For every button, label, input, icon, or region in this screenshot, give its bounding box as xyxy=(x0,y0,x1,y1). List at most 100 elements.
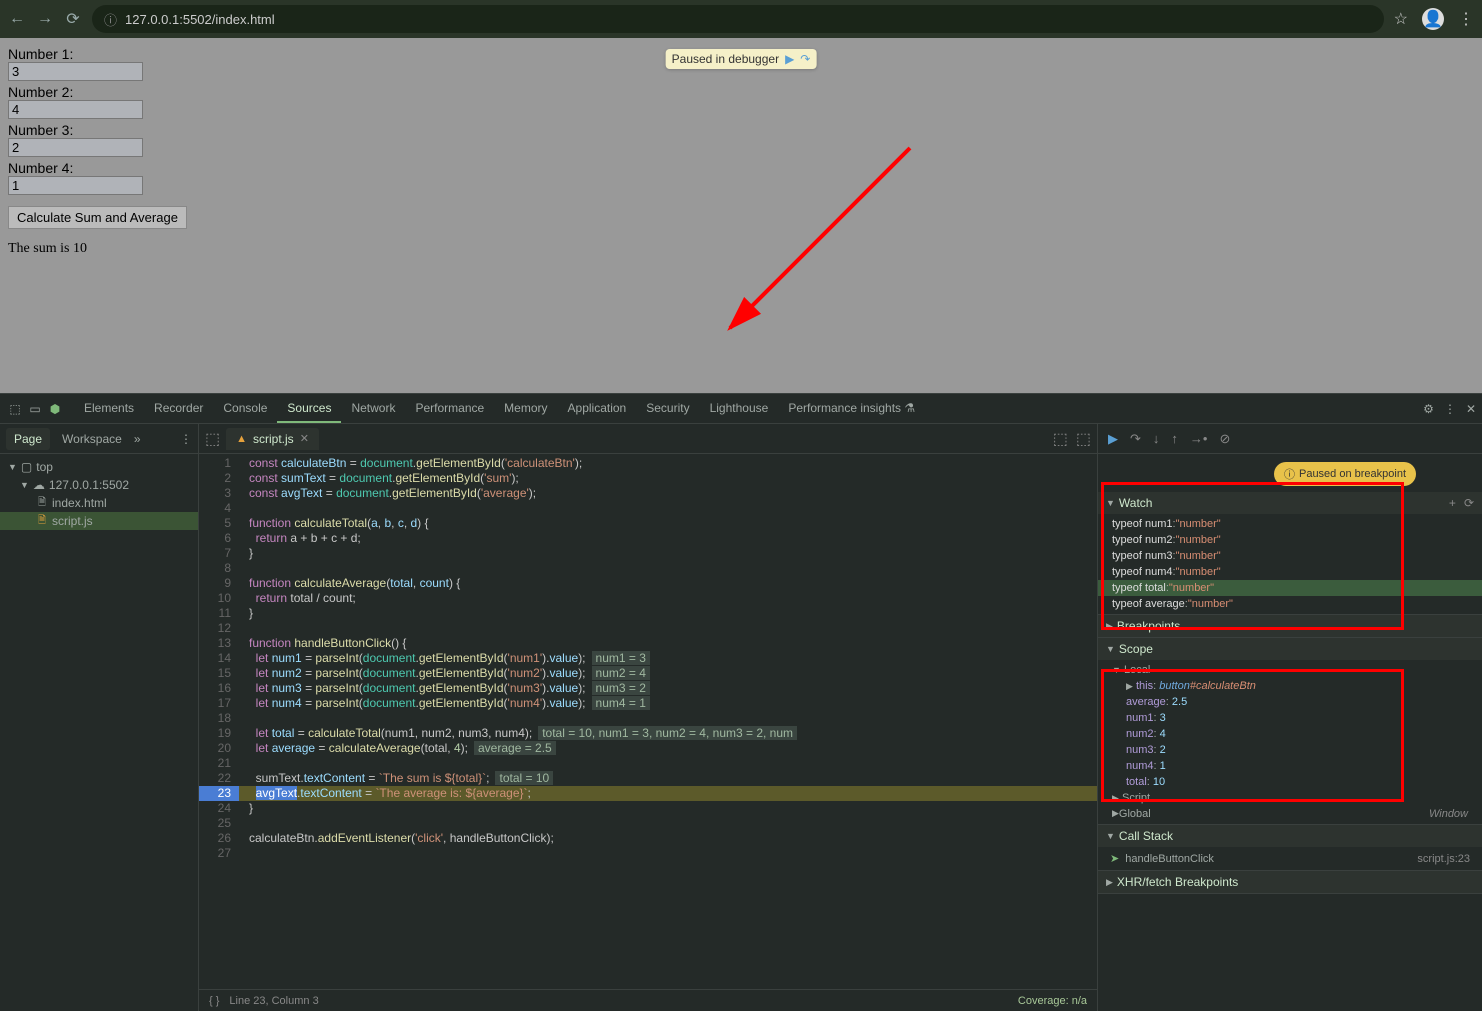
watch-expr[interactable]: typeof num1: "number" xyxy=(1098,516,1482,532)
watch-expr[interactable]: typeof num4: "number" xyxy=(1098,564,1482,580)
back-button[interactable]: ← xyxy=(8,10,26,28)
code-line-9[interactable]: function calculateAverage(total, count) … xyxy=(239,576,1097,591)
step-out-button[interactable]: ↑ xyxy=(1171,431,1178,446)
code-line-26[interactable]: calculateBtn.addEventListener('click', h… xyxy=(239,831,1097,846)
watch-expr[interactable]: typeof average: "number" xyxy=(1098,596,1482,612)
kebab-menu-icon[interactable]: ⋮ xyxy=(1458,9,1474,29)
page-tab[interactable]: Page xyxy=(6,428,50,450)
node-icon[interactable]: ⬢ xyxy=(46,400,64,418)
address-bar[interactable]: ⓘ 127.0.0.1:5502/index.html xyxy=(92,5,1384,33)
code-line-21[interactable] xyxy=(239,756,1097,771)
code-line-27[interactable] xyxy=(239,846,1097,861)
code-line-25[interactable] xyxy=(239,816,1097,831)
gutter-line-21[interactable]: 21 xyxy=(199,756,239,771)
more-icon[interactable]: ⬚ xyxy=(1076,429,1091,449)
code-line-10[interactable]: return total / count; xyxy=(239,591,1097,606)
more-tabs-icon[interactable]: » xyxy=(134,432,141,446)
code-line-2[interactable]: const sumText = document.getElementById(… xyxy=(239,471,1097,486)
code-line-4[interactable] xyxy=(239,501,1097,516)
add-watch-icon[interactable]: + xyxy=(1449,496,1456,510)
breakpoints-header[interactable]: ▶Breakpoints xyxy=(1098,615,1482,637)
code-line-3[interactable]: const avgText = document.getElementById(… xyxy=(239,486,1097,501)
tree-host[interactable]: ▼☁127.0.0.1:5502 xyxy=(0,476,198,494)
settings-icon[interactable]: ⚙ xyxy=(1423,402,1434,416)
gutter-line-18[interactable]: 18 xyxy=(199,711,239,726)
gutter-line-6[interactable]: 6 xyxy=(199,531,239,546)
gutter-line-12[interactable]: 12 xyxy=(199,621,239,636)
watch-expr[interactable]: typeof total: "number" xyxy=(1098,580,1482,596)
code-line-24[interactable]: } xyxy=(239,801,1097,816)
local-var-num2[interactable]: num2: 4 xyxy=(1098,726,1482,742)
num-input-4[interactable] xyxy=(8,176,143,195)
gutter-line-2[interactable]: 2 xyxy=(199,471,239,486)
num-input-2[interactable] xyxy=(8,100,143,119)
stack-frame[interactable]: ➤handleButtonClickscript.js:23 xyxy=(1098,849,1482,868)
close-tab-icon[interactable]: ✕ xyxy=(300,432,309,445)
code-line-8[interactable] xyxy=(239,561,1097,576)
gutter-line-27[interactable]: 27 xyxy=(199,846,239,861)
num-input-1[interactable] xyxy=(8,62,143,81)
resume-button[interactable]: ▶ xyxy=(1108,431,1118,447)
code-line-13[interactable]: function handleButtonClick() { xyxy=(239,636,1097,651)
devtools-tab-lighthouse[interactable]: Lighthouse xyxy=(700,395,779,423)
gutter-line-20[interactable]: 20 xyxy=(199,741,239,756)
tree-file-index[interactable]: 🗎index.html xyxy=(0,494,198,512)
devtools-tab-performance-insights[interactable]: Performance insights ⚗ xyxy=(778,395,925,423)
code-line-16[interactable]: let num3 = parseInt(document.getElementB… xyxy=(239,681,1097,696)
step-over-button[interactable]: ↷ xyxy=(1130,431,1141,447)
gutter-line-14[interactable]: 14 xyxy=(199,651,239,666)
gutter-line-16[interactable]: 16 xyxy=(199,681,239,696)
calculate-button[interactable]: Calculate Sum and Average xyxy=(8,206,187,229)
scope-script-header[interactable]: ▶ Script xyxy=(1098,790,1482,806)
devtools-tab-recorder[interactable]: Recorder xyxy=(144,395,213,423)
deactivate-bp-button[interactable]: ⊘ xyxy=(1219,431,1230,447)
gutter-line-19[interactable]: 19 xyxy=(199,726,239,741)
format-icon[interactable]: { } xyxy=(209,995,219,1007)
code-line-20[interactable]: let average = calculateAverage(total, 4)… xyxy=(239,741,1097,756)
code-line-7[interactable]: } xyxy=(239,546,1097,561)
step-over-icon[interactable]: ↷ xyxy=(800,52,810,66)
workspace-tab[interactable]: Workspace xyxy=(54,428,130,450)
watch-header[interactable]: ▼Watch +⟳ xyxy=(1098,492,1482,514)
resume-icon[interactable]: ▶ xyxy=(785,52,794,66)
watch-expr[interactable]: typeof num3: "number" xyxy=(1098,548,1482,564)
step-button[interactable]: →• xyxy=(1190,431,1208,446)
code-line-12[interactable] xyxy=(239,621,1097,636)
gutter-line-23[interactable]: 23 xyxy=(199,786,239,801)
close-devtools-icon[interactable]: ✕ xyxy=(1466,402,1476,416)
local-var-average[interactable]: average: 2.5 xyxy=(1098,694,1482,710)
code-line-15[interactable]: let num2 = parseInt(document.getElementB… xyxy=(239,666,1097,681)
code-line-1[interactable]: const calculateBtn = document.getElement… xyxy=(239,456,1097,471)
gutter-line-1[interactable]: 1 xyxy=(199,456,239,471)
gutter-line-8[interactable]: 8 xyxy=(199,561,239,576)
gutter-line-10[interactable]: 10 xyxy=(199,591,239,606)
local-var-total[interactable]: total: 10 xyxy=(1098,774,1482,790)
reload-button[interactable]: ⟳ xyxy=(64,10,82,28)
gutter-line-9[interactable]: 9 xyxy=(199,576,239,591)
step-into-button[interactable]: ↓ xyxy=(1153,431,1160,446)
gutter-line-25[interactable]: 25 xyxy=(199,816,239,831)
devtools-tab-memory[interactable]: Memory xyxy=(494,395,557,423)
devtools-tab-elements[interactable]: Elements xyxy=(74,395,144,423)
kebab-icon[interactable]: ⋮ xyxy=(180,432,192,446)
gutter-line-17[interactable]: 17 xyxy=(199,696,239,711)
forward-button[interactable]: → xyxy=(36,10,54,28)
local-var-num3[interactable]: num3: 2 xyxy=(1098,742,1482,758)
gutter-line-3[interactable]: 3 xyxy=(199,486,239,501)
local-var-this[interactable]: ▶ this: button#calculateBtn xyxy=(1098,678,1482,694)
star-icon[interactable]: ☆ xyxy=(1394,9,1408,29)
gutter-line-24[interactable]: 24 xyxy=(199,801,239,816)
kebab-icon[interactable]: ⋮ xyxy=(1444,402,1456,416)
devtools-tab-network[interactable]: Network xyxy=(341,395,405,423)
code-line-23[interactable]: avgText.textContent = `The average is: $… xyxy=(239,786,1097,801)
code-line-19[interactable]: let total = calculateTotal(num1, num2, n… xyxy=(239,726,1097,741)
toggle-nav-icon[interactable]: ⬚ xyxy=(205,429,220,449)
gutter-line-13[interactable]: 13 xyxy=(199,636,239,651)
devtools-tab-sources[interactable]: Sources xyxy=(277,395,341,423)
tree-top[interactable]: ▼▢top xyxy=(0,458,198,476)
gutter-line-26[interactable]: 26 xyxy=(199,831,239,846)
gutter-line-15[interactable]: 15 xyxy=(199,666,239,681)
code-line-18[interactable] xyxy=(239,711,1097,726)
code-line-14[interactable]: let num1 = parseInt(document.getElementB… xyxy=(239,651,1097,666)
source-tab-script[interactable]: ▲ script.js ✕ xyxy=(226,428,319,450)
